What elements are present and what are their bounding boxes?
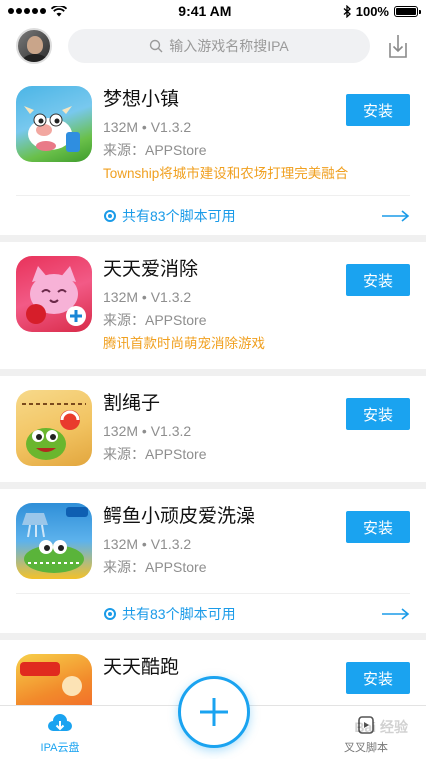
app-description: Township将城市建设和农场打理完美融合 [103,166,349,181]
separator [0,482,426,489]
app-version: V1.3.2 [150,119,192,135]
app-size: 132M [103,423,139,439]
script-dot-icon [104,607,116,620]
avatar[interactable] [16,28,52,64]
app-icon[interactable] [16,256,92,332]
arrow-right-icon[interactable] [382,607,410,620]
app-source: 来源：APPStore [103,312,207,328]
app-source: 来源：APPStore [103,142,207,158]
install-button[interactable]: 安装 [346,511,410,543]
install-button[interactable]: 安装 [346,264,410,296]
app-list: 梦想小镇 132M • V1.3.2 来源：APPStore Township将… [0,72,426,730]
watermark: Bai 经验 [354,719,408,735]
scripts-info: 共有83个脚本可用 [104,206,236,226]
install-button[interactable]: 安装 [346,662,410,694]
install-button[interactable]: 安装 [346,398,410,430]
app-description: 腾讯首款时尚萌宠消除游戏 [103,336,265,351]
om-nom-icon [22,403,86,460]
app-version: V1.3.2 [150,289,192,305]
app-version: V1.3.2 [150,423,192,439]
app-card[interactable]: 梦想小镇 132M • V1.3.2 来源：APPStore Township将… [0,72,426,235]
crocodile-icon [22,507,88,573]
script-dot-icon [104,209,116,222]
scripts-label: 共有83个脚本可用 [122,207,236,224]
battery-percent: 100% [355,3,389,19]
scripts-label: 共有83个脚本可用 [122,605,236,622]
wifi-icon [51,5,67,16]
cloud-download-icon [48,714,72,731]
card-padding [16,466,410,482]
signal-icon [8,8,46,14]
app-version: V1.3.2 [150,536,192,552]
app-size: 132M [103,289,139,305]
plus-icon [200,698,228,726]
search-bar[interactable]: 输入游戏名称搜IPA [68,29,370,63]
add-button[interactable] [178,676,250,748]
separator [0,369,426,376]
app-card[interactable]: 天天爱消除 132M • V1.3.2 来源：APPStore 腾讯首款时尚萌宠… [0,242,426,369]
cow-icon [24,106,80,152]
card-padding [16,353,410,369]
scripts-row[interactable]: 共有83个脚本可用 [16,593,410,633]
separator [0,235,426,242]
app-card[interactable]: 鳄鱼小顽皮爱洗澡 132M • V1.3.2 来源：APPStore 安装 共有… [0,489,426,633]
download-icon[interactable] [386,33,410,59]
top-bar: 输入游戏名称搜IPA [0,22,426,70]
arrow-right-icon[interactable] [382,209,410,222]
app-size: 132M [103,536,139,552]
status-bar: 9:41 AM 100% [0,0,426,22]
app-card-main: 天天爱消除 132M • V1.3.2 来源：APPStore 腾讯首款时尚萌宠… [16,256,410,353]
app-card-main: 梦想小镇 132M • V1.3.2 来源：APPStore Township将… [16,86,410,183]
app-icon[interactable] [16,503,92,579]
separator [0,633,426,640]
app-size: 132M [103,119,139,135]
status-left [8,5,67,17]
tab-ipa-cloud[interactable]: IPA云盘 [0,706,120,759]
battery-icon [393,5,421,17]
tab-label: IPA云盘 [40,742,80,754]
app-icon[interactable] [16,86,92,162]
install-button[interactable]: 安装 [346,94,410,126]
tab-label: 叉叉脚本 [344,742,388,754]
status-right: 100% [343,3,421,19]
app-card-main: 割绳子 132M • V1.3.2 来源：APPStore 安装 [16,390,410,466]
bluetooth-icon [343,4,351,18]
app-card[interactable]: 割绳子 132M • V1.3.2 来源：APPStore 安装 [0,376,426,482]
search-icon [150,39,163,53]
app-source: 来源：APPStore [103,446,207,462]
app-icon[interactable] [16,390,92,466]
app-card-main: 鳄鱼小顽皮爱洗澡 132M • V1.3.2 来源：APPStore 安装 [16,503,410,579]
scripts-info: 共有83个脚本可用 [104,604,236,624]
cat-icon [26,266,86,326]
search-placeholder: 输入游戏名称搜IPA [169,38,289,54]
status-time: 9:41 AM [178,3,232,19]
app-source: 来源：APPStore [103,559,207,575]
scripts-row[interactable]: 共有83个脚本可用 [16,195,410,235]
